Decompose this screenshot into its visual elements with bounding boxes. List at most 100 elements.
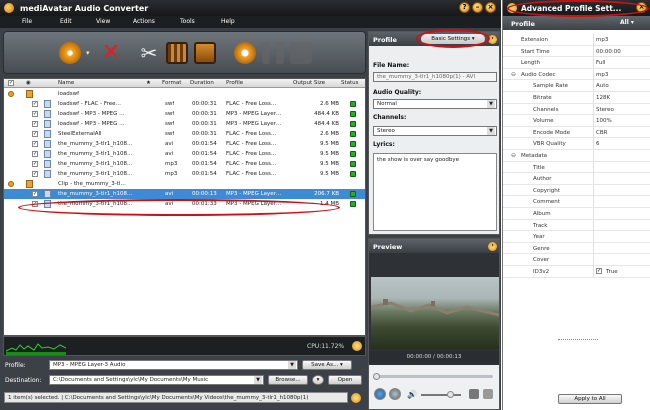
row-checkbox[interactable]: ✓ (32, 171, 38, 177)
edit-video-icon[interactable] (166, 42, 188, 64)
filter-select[interactable]: All ▾ (620, 19, 646, 28)
browse-menu-icon[interactable]: ▾ (312, 375, 324, 385)
menu-view[interactable]: View (96, 18, 110, 25)
audio-quality-select[interactable]: Normal ▼ (373, 99, 497, 109)
property-value[interactable]: 128K (596, 95, 610, 101)
col-status-header[interactable]: Status (341, 80, 359, 86)
row-checkbox[interactable]: ✓ (32, 201, 38, 207)
property-row[interactable]: Author (503, 173, 650, 185)
profile-select[interactable]: MP3 - MPEG Layer-3 Audio ▼ (49, 360, 298, 370)
table-row[interactable]: ✓ loadswf - MP3 - MPEG … swf 00:00:31 MP3 - … (4, 109, 365, 119)
row-checkbox[interactable]: ✓ (32, 141, 38, 147)
property-value[interactable]: 100% (596, 118, 612, 124)
channels-select[interactable]: Stereo ▼ (373, 126, 497, 136)
convert-icon[interactable] (234, 42, 256, 64)
file-name-field[interactable]: the_mummy_3-tlr1_h1080p(1) - AVI (373, 72, 497, 82)
col-duration-header[interactable]: Duration (190, 80, 214, 86)
row-checkbox[interactable]: ✓ (32, 131, 38, 137)
close-window-button[interactable]: × (485, 2, 496, 13)
table-row[interactable]: ✓ loadswf - FLAC - Free… swf 00:00:31 FLAC -… (4, 99, 365, 109)
menu-actions[interactable]: Actions (133, 18, 155, 25)
help-window-button[interactable]: ? (459, 2, 470, 13)
property-row[interactable]: Track (503, 219, 650, 232)
collapse-group-icon[interactable] (8, 181, 14, 187)
property-row[interactable]: Sample Rate Auto (503, 80, 650, 92)
stop-playback-icon[interactable] (389, 388, 401, 400)
col-format-header[interactable]: Format (162, 80, 181, 86)
table-row[interactable]: ✓ SteelExternalAll swf 00:00:31 FLAC - Free … (4, 129, 365, 139)
menu-file[interactable]: File (22, 18, 32, 25)
property-value[interactable]: Full (596, 60, 605, 66)
open-button[interactable]: Open (328, 375, 362, 385)
message-icon[interactable] (351, 393, 361, 403)
property-row[interactable]: ⊖ Audio Codec mp3 (503, 68, 650, 81)
clip-scissors-icon[interactable]: ✂ (138, 42, 160, 64)
expand-panel-icon[interactable]: › (488, 35, 497, 44)
property-value[interactable]: CBR (596, 130, 607, 136)
group-row[interactable]: Clip - the_mummy_3-tl… (4, 179, 365, 189)
col-profile-header[interactable]: Profile (226, 80, 243, 86)
row-checkbox[interactable]: ✓ (32, 161, 38, 167)
property-row[interactable]: VBR Quality 6 (503, 138, 650, 150)
pause-icon[interactable] (262, 42, 284, 64)
property-row[interactable]: Channels Stereo (503, 103, 650, 116)
row-checkbox[interactable]: ✓ (32, 111, 38, 117)
property-row[interactable]: Album (503, 208, 650, 220)
property-row[interactable]: ⊖ Metadata (503, 150, 650, 162)
browse-button[interactable]: Browse... (268, 375, 308, 385)
col-star-header[interactable]: ★ (146, 80, 151, 86)
snapshot-icon[interactable] (469, 389, 479, 399)
table-row[interactable]: ✓ the_mummy_3-tlr1_h108… mp3 00:01:54 FLAC -… (4, 159, 365, 169)
property-row[interactable]: Genre (503, 242, 650, 255)
property-value[interactable]: 6 (596, 141, 600, 147)
property-row[interactable]: Start Time 00:00:00 (503, 45, 650, 58)
delete-icon[interactable]: ✕ (100, 42, 122, 64)
property-row[interactable]: Bitrate 128K (503, 92, 650, 104)
row-checkbox[interactable]: ✓ (32, 151, 38, 157)
table-row[interactable]: ✓ the_mummy_3-tlr1_h108… avi 00:01:33 MP3 - … (4, 199, 365, 209)
table-row[interactable]: ✓ the_mummy_3-tlr1_h108… avi 00:00:13 MP3 - … (4, 189, 365, 199)
property-value[interactable]: mp3 (596, 72, 608, 78)
row-checkbox[interactable]: ✓ (32, 101, 38, 107)
property-row[interactable]: Year (503, 231, 650, 243)
col-name-header[interactable]: Name (58, 80, 74, 86)
destination-select[interactable]: C:\Documents and Settings\ylc\My Documen… (49, 375, 264, 385)
property-row[interactable]: Cover (503, 254, 650, 266)
collapse-group-icon[interactable] (8, 91, 14, 97)
property-row[interactable]: Length Full (503, 57, 650, 69)
select-all-checkbox[interactable]: ✓ (8, 80, 14, 86)
property-row[interactable]: Extension mp3 (503, 34, 650, 46)
add-file-icon[interactable] (59, 42, 81, 64)
close-advanced-button[interactable]: × (636, 2, 647, 13)
property-row[interactable]: Title (503, 161, 650, 174)
table-row[interactable]: ✓ the_mummy_3-tlr1_h108… avi 00:01:54 FLAC -… (4, 149, 365, 159)
basic-settings-button[interactable]: Basic Settings ▾ (421, 34, 485, 44)
table-row[interactable]: ✓ loadswf - MP3 - MPEG … swf 00:00:31 MP3 - … (4, 119, 365, 129)
volume-handle[interactable] (447, 391, 454, 398)
splitter[interactable] (558, 339, 598, 340)
menu-edit[interactable]: Edit (60, 18, 72, 25)
property-row[interactable]: Comment (503, 196, 650, 208)
table-row[interactable]: ✓ the_mummy_3-tlr1_h108… avi 00:01:54 FLAC -… (4, 139, 365, 149)
stop-icon[interactable] (290, 42, 312, 64)
row-checkbox[interactable]: ✓ (32, 191, 38, 197)
minimize-window-button[interactable]: – (472, 2, 483, 13)
row-checkbox[interactable]: ✓ (32, 121, 38, 127)
property-row[interactable]: Volume 100% (503, 115, 650, 127)
lyrics-textarea[interactable]: the show is over say goodbye (373, 153, 497, 231)
snapshot-folder-icon[interactable] (483, 389, 493, 399)
add-dropdown-arrow-icon[interactable]: ▾ (86, 42, 94, 64)
volume-icon[interactable]: 🔊 (407, 390, 417, 399)
cpu-info-icon[interactable] (352, 341, 362, 351)
property-value[interactable]: Stereo (596, 107, 614, 113)
effect-icon[interactable] (194, 42, 216, 64)
seek-handle[interactable] (373, 373, 380, 380)
col-output-size-header[interactable]: Output Size (293, 80, 325, 86)
property-row[interactable]: Copyright (503, 184, 650, 197)
apply-to-all-button[interactable]: Apply to All (558, 394, 622, 404)
collapse-icon[interactable]: ⊖ (511, 71, 516, 78)
property-row[interactable]: ID3v2 ✓ True (503, 266, 650, 278)
seek-slider[interactable] (375, 375, 493, 378)
menu-tools[interactable]: Tools (180, 18, 195, 25)
property-value[interactable]: mp3 (596, 37, 608, 43)
